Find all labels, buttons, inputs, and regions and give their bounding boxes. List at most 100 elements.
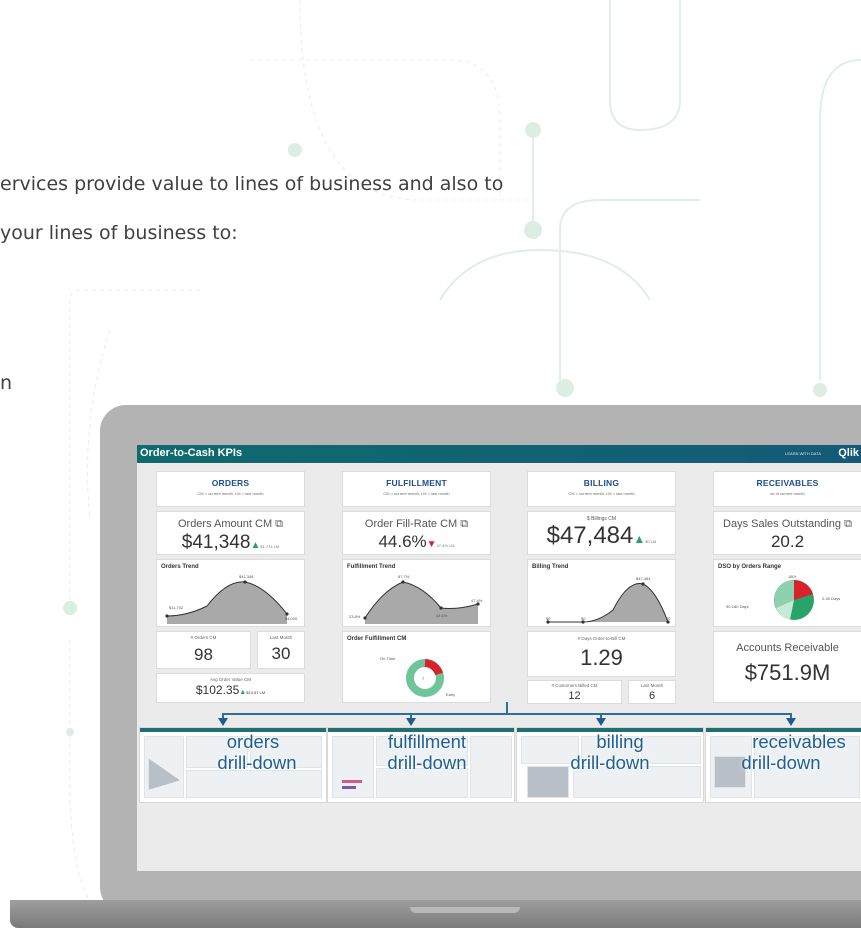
trend-label: $11,702: [169, 605, 184, 610]
trend-label: $4,000: [285, 616, 298, 621]
trend-label: $47,484: [636, 576, 651, 581]
avg-order-value: $102.35▲$13.57 LM: [195, 683, 266, 697]
down-arrow-icon: ▼: [426, 539, 437, 550]
app-titlebar: Order-to-Cash KPIs LEARN WITH DATA Qlik: [137, 445, 861, 463]
fulfillment-drilldown-label: drill-down: [387, 752, 467, 773]
order-fulfillment-card[interactable]: Order Fulfillment CM 7 On-Time Early: [342, 631, 491, 703]
accounts-receivable-card[interactable]: Accounts Receivable $751.9M: [713, 631, 861, 703]
trend-label: 47.4%: [471, 598, 483, 603]
external-link-icon[interactable]: ⧉: [275, 518, 283, 530]
billing-header-title: BILLING: [583, 478, 620, 488]
dso-label: Days Sales Outstanding ⧉: [723, 518, 852, 530]
billing-header-sub: CM = current month, LM = last month: [568, 491, 635, 496]
billing-last-value: 6: [648, 690, 656, 702]
orders-header-title: ORDERS: [211, 478, 250, 488]
orders-trend-card[interactable]: Orders Trend $11,702 $41,348 $4,000: [156, 559, 305, 627]
receivables-drilldown-thumbnail[interactable]: receivables drill-down: [705, 727, 861, 803]
orders-amount-label: Orders Amount CM ⧉: [177, 518, 284, 530]
orders-count-label: # Orders CM: [190, 635, 217, 640]
arrow-down-icon: [406, 718, 416, 726]
pie-label: 90-180 Days: [726, 604, 749, 609]
billing-drilldown-label: billing: [596, 731, 644, 752]
trend-label: $0: [581, 616, 586, 621]
orders-count-card[interactable]: # Orders CM 98: [156, 631, 251, 669]
qlik-logo: Qlik: [838, 447, 859, 459]
pie-label: 0-30 Days: [822, 596, 841, 601]
receivables-drilldown-label: receivables: [752, 731, 846, 752]
billings-value: $47,484▲$0 LM: [546, 522, 657, 549]
trend-label: 23.8%: [349, 614, 361, 619]
billing-last-card[interactable]: Last Month 6: [628, 680, 676, 704]
orders-amount-card[interactable]: Orders Amount CM ⧉ $41,348▲$1,774 LM: [156, 511, 305, 555]
trend-label: $0: [546, 616, 551, 621]
billing-last-label: Last Month: [640, 683, 664, 688]
external-link-icon[interactable]: ⧉: [844, 518, 852, 530]
dso-pie-chart: [774, 580, 814, 620]
orders-header-sub: CM = current month, LM = last month: [197, 491, 264, 496]
arrow-down-icon: [596, 718, 606, 726]
external-link-icon[interactable]: ⧉: [460, 518, 468, 530]
orders-drilldown-label: orders: [226, 731, 280, 752]
billing-drilldown-thumbnail[interactable]: billing drill-down: [516, 727, 704, 803]
fulfillment-drilldown-label: fulfillment: [387, 731, 467, 752]
orders-count-value: 98: [194, 645, 213, 664]
trend-label: $41,348: [239, 574, 254, 579]
orders-drilldown-label: drill-down: [217, 752, 297, 773]
billing-drilldown-label: drill-down: [570, 752, 650, 773]
billing-header[interactable]: BILLING CM = current month, LM = last mo…: [527, 471, 676, 507]
arrow-down-icon: [218, 718, 228, 726]
donut-center: 7: [422, 676, 425, 681]
learn-link[interactable]: LEARN WITH DATA: [785, 451, 821, 456]
trend-label: $0: [666, 616, 671, 621]
dashboard-screen: Order-to-Cash KPIs LEARN WITH DATA Qlik …: [137, 445, 861, 871]
accounts-receivable-value: $751.9M: [744, 660, 831, 685]
fulfillment-header-title: FULFILLMENT: [386, 478, 447, 488]
fulfillment-drilldown-thumbnail[interactable]: fulfillment drill-down: [327, 727, 515, 803]
app-title: Order-to-Cash KPIs: [140, 447, 243, 459]
fulfillment-header-sub: CM = current month, LM = last month: [383, 491, 450, 496]
orders-last-value: 30: [271, 644, 291, 663]
orders-drilldown-thumbnail[interactable]: orders drill-down: [139, 727, 327, 803]
order-to-bill-card[interactable]: # Days Order-to-Bill CM 1.29: [527, 631, 676, 677]
orders-trend-chart: [165, 580, 289, 624]
dso-value: 20.2: [770, 532, 805, 551]
fill-rate-label: Order Fill-Rate CM ⧉: [364, 518, 469, 530]
order-to-bill-label: # Days Order-to-Bill CM: [577, 636, 626, 641]
intro-line-3: n: [0, 372, 13, 394]
intro-line-1: ervices provide value to lines of busine…: [0, 173, 504, 195]
dso-range-card[interactable]: DSO by Orders Range 180+ 90-180 Days 0-3…: [713, 559, 861, 627]
fulfillment-header[interactable]: FULFILLMENT CM = current month, LM = las…: [342, 471, 491, 507]
donut-label-ontime: On-Time: [380, 656, 396, 661]
receivables-header[interactable]: RECEIVABLES as of current month: [713, 471, 861, 507]
fill-rate-value: 44.6%▼47.4% LM: [378, 532, 455, 551]
orders-header[interactable]: ORDERS CM = current month, LM = last mon…: [156, 471, 305, 507]
fulfillment-trend-card[interactable]: Fulfillment Trend 23.8% 87.7% 44.6% 47.4…: [342, 559, 491, 627]
arrow-down-icon: [786, 718, 796, 726]
order-to-bill-value: 1.29: [580, 645, 623, 670]
up-arrow-icon: ▲: [633, 532, 646, 546]
billings-card[interactable]: $ Billings CM $47,484▲$0 LM: [527, 511, 676, 555]
dso-card[interactable]: Days Sales Outstanding ⧉ 20.2: [713, 511, 861, 555]
customers-billed-card[interactable]: # Customers Billed CM 12: [527, 680, 622, 704]
fulfillment-trend-chart: [363, 580, 480, 624]
donut-label-early: Early: [446, 692, 456, 697]
trend-label: 44.6%: [436, 613, 448, 618]
trend-label: 87.7%: [398, 574, 410, 579]
laptop-notch: [410, 907, 520, 913]
receivables-header-sub: as of current month: [770, 491, 805, 496]
customers-billed-value: 12: [568, 690, 581, 702]
up-arrow-icon: ▲: [250, 540, 261, 551]
orders-amount-value: $41,348▲$1,774 LM: [181, 532, 280, 553]
laptop-base: [10, 900, 861, 928]
orders-last-label: Last Month: [269, 635, 293, 640]
accounts-receivable-label: Accounts Receivable: [736, 642, 839, 654]
billing-trend-card[interactable]: Billing Trend $0 $0 $47,484 $0: [527, 559, 676, 627]
orders-last-card[interactable]: Last Month 30: [257, 631, 305, 669]
pie-label: 180+: [788, 574, 798, 579]
receivables-header-title: RECEIVABLES: [756, 478, 819, 488]
customers-billed-label: # Customers Billed CM: [551, 683, 598, 688]
fill-rate-card[interactable]: Order Fill-Rate CM ⧉ 44.6%▼47.4% LM: [342, 511, 491, 555]
avg-order-label: Avg Order Value CM: [209, 677, 252, 682]
receivables-drilldown-label: drill-down: [741, 752, 821, 773]
avg-order-card[interactable]: Avg Order Value CM $102.35▲$13.57 LM: [156, 673, 305, 703]
